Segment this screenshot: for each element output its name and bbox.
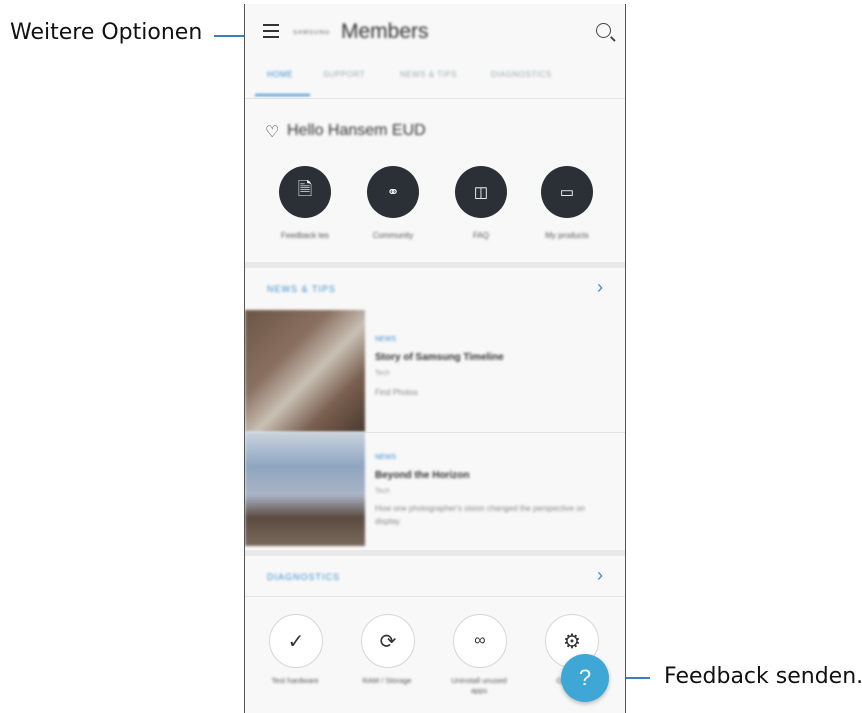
- check-icon: ✓: [287, 630, 305, 653]
- tab-bar: HOME SUPPORT NEWS & TIPS DIAGNOSTICS: [255, 66, 615, 96]
- news-tag: NEWS: [375, 336, 396, 343]
- faq-shortcut-label: FAQ: [472, 231, 489, 240]
- people-icon: ⚭: [386, 184, 400, 201]
- news-tag: NEWS: [375, 454, 396, 461]
- test-hardware-button[interactable]: ✓: [269, 614, 323, 668]
- devices-icon: ▭: [559, 184, 575, 201]
- tab-home[interactable]: HOME: [267, 70, 293, 79]
- apps-grid-icon: ∞: [474, 632, 486, 649]
- hamburger-icon[interactable]: [263, 24, 279, 38]
- more-options-callout: Weitere Optionen: [10, 20, 203, 45]
- faq-shortcut-button[interactable]: ◫: [455, 166, 507, 218]
- greeting-text: Hello Hansem EUD: [287, 122, 426, 139]
- news-image[interactable]: [245, 310, 365, 432]
- news-meta: Tech: [375, 370, 390, 377]
- uninstall-apps-button[interactable]: ∞: [453, 614, 507, 668]
- test-hardware-label: Test hardware: [271, 676, 319, 685]
- community-shortcut-button[interactable]: ⚭: [367, 166, 419, 218]
- feedback-fab-button[interactable]: ?: [561, 654, 609, 702]
- help-book-icon: ◫: [473, 184, 489, 201]
- app-bar: SAMSUNG Members: [245, 4, 625, 58]
- news-desc: Find Photos: [375, 388, 418, 397]
- community-shortcut-label: Community: [372, 231, 414, 240]
- feedback-callout: Feedback senden.: [664, 664, 862, 689]
- tab-diagnostics[interactable]: DIAGNOSTICS: [491, 70, 552, 79]
- chevron-right-icon[interactable]: ›: [597, 565, 603, 586]
- news-image[interactable]: [245, 432, 365, 546]
- feedback-shortcut-label: Feedback tes: [280, 231, 330, 240]
- news-tips-title: NEWS & TIPS: [267, 284, 336, 294]
- section-separator: [245, 262, 625, 268]
- ram-storage-label: RAM / Storage: [362, 676, 412, 685]
- news-divider: [365, 432, 625, 433]
- news-title[interactable]: Story of Samsung Timeline: [375, 352, 504, 363]
- refresh-icon: ⟳: [379, 630, 397, 653]
- feedback-shortcut-button[interactable]: 🗎: [279, 166, 331, 218]
- app-title: Members: [341, 20, 429, 43]
- news-title[interactable]: Beyond the Horizon: [375, 470, 469, 481]
- section-separator: [245, 550, 625, 556]
- news-meta: Tech: [375, 488, 390, 495]
- chevron-right-icon[interactable]: ›: [597, 277, 603, 298]
- ram-storage-button[interactable]: ⟳: [361, 614, 415, 668]
- active-tab-indicator: [255, 94, 310, 96]
- tab-divider: [245, 98, 625, 99]
- brand-prefix: SAMSUNG: [293, 30, 331, 36]
- greeting-icon: ♡: [265, 124, 280, 141]
- gear-icon: ⚙: [563, 630, 581, 653]
- my-products-shortcut-button[interactable]: ▭: [541, 166, 593, 218]
- search-icon[interactable]: [596, 23, 611, 38]
- uninstall-apps-label: Uninstall unused apps: [451, 676, 507, 695]
- tab-news-tips[interactable]: NEWS & TIPS: [400, 70, 457, 79]
- diagnostics-title: DIAGNOSTICS: [267, 572, 341, 582]
- help-icon: ?: [578, 665, 592, 690]
- tab-support[interactable]: SUPPORT: [323, 70, 365, 79]
- diagnostics-divider: [245, 596, 625, 597]
- phone-screen: SAMSUNG Members HOME SUPPORT NEWS & TIPS…: [244, 4, 626, 713]
- news-desc: How one photographer's vision changed th…: [375, 504, 586, 526]
- document-icon: 🗎: [297, 179, 313, 199]
- my-products-shortcut-label: My products: [545, 231, 589, 240]
